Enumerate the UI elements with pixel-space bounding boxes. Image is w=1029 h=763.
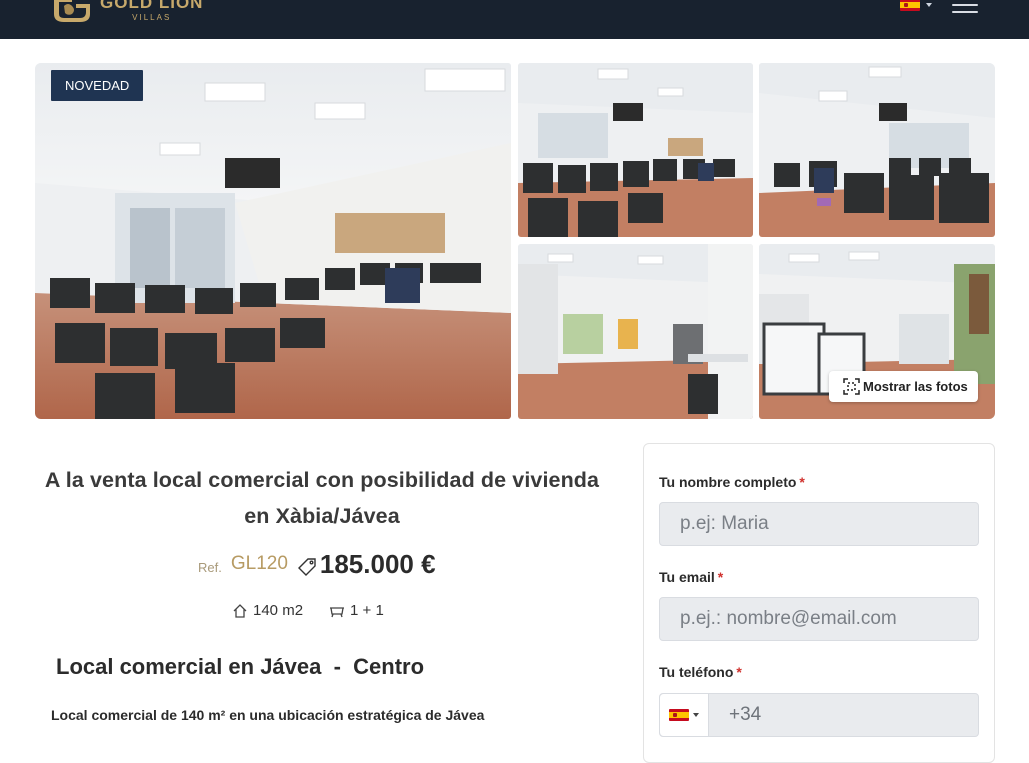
listing-title: A la venta local comercial con posibilid… xyxy=(44,468,600,528)
name-field[interactable] xyxy=(659,502,979,546)
phone-field-label: Tu teléfono * xyxy=(659,664,742,680)
show-photos-label: Mostrar las fotos xyxy=(863,379,968,394)
chevron-down-icon xyxy=(926,3,932,7)
feature-bath: 1 + 1 xyxy=(329,602,384,619)
feature-area: 140 m2 xyxy=(232,602,303,619)
brand-logo[interactable]: GOLD LION VILLAS xyxy=(50,0,203,24)
gallery-photo-3[interactable] xyxy=(759,63,995,237)
main-photo[interactable]: NOVEDAD xyxy=(35,63,511,419)
phone-field[interactable] xyxy=(709,694,978,736)
country-code-selector[interactable] xyxy=(660,694,709,736)
brand-name: GOLD LION xyxy=(100,0,204,12)
spain-flag-icon xyxy=(669,709,689,721)
listing-features: 140 m2 1 + 1 xyxy=(232,602,384,619)
chevron-down-icon xyxy=(693,713,699,717)
bath-icon xyxy=(330,606,345,617)
brand-subname: VILLAS xyxy=(132,13,172,22)
photo-gallery: NOVEDAD Mostrar las fotos xyxy=(35,63,995,419)
listing-price: 185.000 € xyxy=(319,548,436,579)
email-field-label: Tu email * xyxy=(659,569,724,585)
show-photos-button[interactable]: Mostrar las fotos xyxy=(829,371,978,402)
reference-label: Ref. xyxy=(198,559,222,575)
top-navbar: GOLD LION VILLAS xyxy=(0,0,1029,39)
hamburger-menu-icon[interactable] xyxy=(952,0,978,13)
lion-logo-icon xyxy=(54,0,90,22)
required-mark: * xyxy=(736,664,742,680)
price-tag-icon xyxy=(297,558,316,576)
feature-bath-value: 1 + 1 xyxy=(350,602,384,619)
price-row: Ref. GL120 185.000 € xyxy=(198,546,436,582)
gallery-photo-4[interactable] xyxy=(518,244,753,419)
listing-description: Local comercial de 140 m² en una ubicaci… xyxy=(51,707,485,723)
feature-area-value: 140 m2 xyxy=(253,602,304,619)
language-selector[interactable] xyxy=(900,0,932,11)
contact-form: Tu nombre completo* Tu email* Tu teléfon… xyxy=(643,443,995,763)
email-field[interactable] xyxy=(659,597,979,641)
required-mark: * xyxy=(717,569,724,585)
phone-field-group xyxy=(659,693,979,737)
listing-subtitle: Local comercial en Jávea - Centro xyxy=(56,654,425,679)
reference-value: GL120 xyxy=(230,553,288,574)
spain-flag-icon xyxy=(900,0,920,11)
required-mark: * xyxy=(799,474,805,490)
house-icon xyxy=(233,603,247,618)
new-listing-badge: NOVEDAD xyxy=(51,70,144,101)
name-field-label: Tu nombre completo * xyxy=(659,474,805,490)
expand-icon xyxy=(843,378,860,395)
gallery-photo-2[interactable] xyxy=(518,63,753,237)
